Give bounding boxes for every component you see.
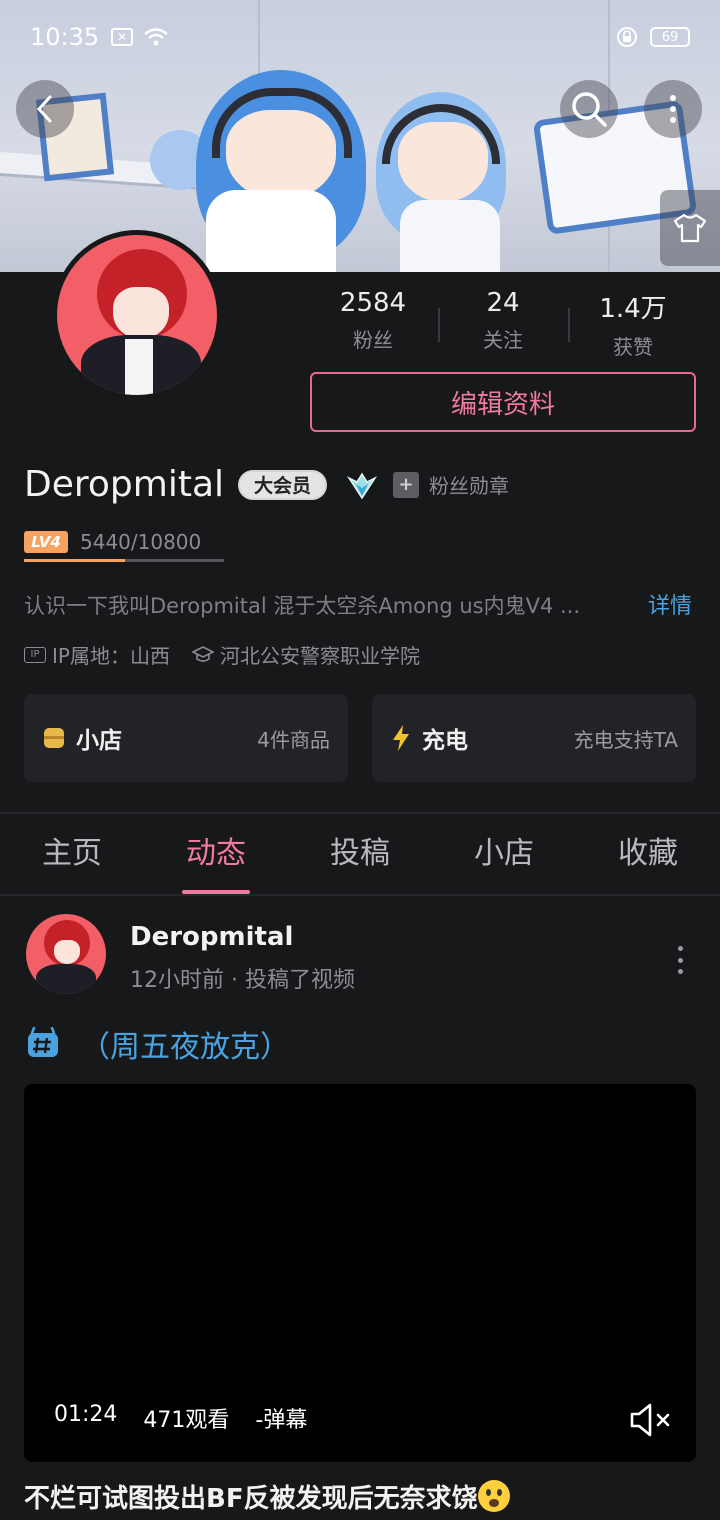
video-views: 471观看 <box>143 1408 230 1433</box>
graduation-cap-icon <box>191 645 214 662</box>
edit-profile-button[interactable]: 编辑资料 <box>310 372 696 432</box>
video-danmaku: -弹幕 <box>255 1408 308 1433</box>
fan-badge-label[interactable]: 粉丝勋章 <box>429 470 509 499</box>
vip-badge[interactable]: 大会员 <box>238 469 328 500</box>
username: Deropmital <box>24 464 225 505</box>
post-title-text: 不烂可试图投出BF反被发现后无奈求饶 <box>24 1484 478 1514</box>
chevron-left-icon <box>36 95 52 123</box>
stat-value: 1.4万 <box>599 294 667 324</box>
post-author-name[interactable]: Deropmital <box>130 922 293 952</box>
post-author-avatar[interactable] <box>26 914 106 994</box>
tab-home[interactable]: 主页 <box>0 812 144 894</box>
ip-location: IP属地：山西 <box>52 644 170 668</box>
post-topic[interactable]: （周五夜放克） <box>26 1022 290 1066</box>
video-player[interactable]: 01:24 471观看 -弹幕 <box>24 1084 696 1462</box>
topic-label: （周五夜放克） <box>80 1030 290 1065</box>
video-info: 01:24 471观看 -弹幕 <box>54 1402 307 1434</box>
school-name: 河北公安警察职业学院 <box>219 644 420 668</box>
more-vertical-icon <box>670 95 676 123</box>
shop-card[interactable]: 小店 4件商品 <box>24 694 348 782</box>
ip-icon: IP <box>24 646 46 663</box>
charge-card-sub: 充电支持TA <box>573 727 678 752</box>
stat-following[interactable]: 24 关注 <box>438 288 568 360</box>
shop-charge-cards: 小店 4件商品 充电 充电支持TA <box>24 694 696 782</box>
shop-card-sub: 4件商品 <box>257 727 330 752</box>
profile-avatar[interactable] <box>52 230 222 400</box>
wing-badge-icon[interactable] <box>345 470 379 500</box>
stat-value: 2584 <box>339 288 407 318</box>
level-badge: LV4 <box>24 531 68 553</box>
tshirt-icon <box>673 213 707 243</box>
lightning-icon <box>393 725 409 751</box>
search-icon <box>572 92 607 127</box>
more-button[interactable] <box>644 80 702 138</box>
stat-label: 获赞 <box>613 335 653 359</box>
exp-progress-bar <box>24 559 224 562</box>
tab-submissions[interactable]: 投稿 <box>288 812 432 894</box>
wifi-icon <box>144 28 168 46</box>
bio-text: 认识一下我叫Deropmital 混于太空杀Among us内鬼V4 ... <box>24 594 581 618</box>
exp-progress-fill <box>24 559 125 562</box>
tabs-divider <box>0 894 720 896</box>
status-time: 10:35 <box>30 23 100 51</box>
bio-detail-link[interactable]: 详情 <box>648 588 692 620</box>
video-duration: 01:24 <box>54 1402 118 1427</box>
status-bar: 10:35 ✕ 69 <box>0 0 720 74</box>
level-row: LV4 5440/10800 <box>24 530 201 554</box>
fan-badge-icon[interactable]: + <box>393 471 420 498</box>
stat-value: 24 <box>486 288 520 318</box>
charge-card[interactable]: 充电 充电支持TA <box>372 694 696 782</box>
tab-shop[interactable]: 小店 <box>432 812 576 894</box>
school-info[interactable]: 河北公安警察职业学院 <box>191 640 420 669</box>
topic-hash-icon <box>28 1027 58 1057</box>
notification-icon: ✕ <box>111 28 134 46</box>
profile-tabs: 主页 动态 投稿 小店 收藏 <box>0 812 720 894</box>
post-title[interactable]: 不烂可试图投出BF反被发现后无奈求饶 <box>24 1478 510 1515</box>
stat-label: 粉丝 <box>353 328 393 352</box>
battery-icon: 69 <box>650 27 690 47</box>
profile-stats: 2584 粉丝 24 关注 1.4万 获赞 <box>308 288 698 360</box>
mute-icon[interactable] <box>628 1400 674 1440</box>
rotation-lock-icon <box>617 27 637 47</box>
fearful-emoji-icon <box>477 1480 510 1512</box>
stat-label: 关注 <box>483 328 523 352</box>
charge-card-title: 充电 <box>422 728 468 754</box>
stat-likes[interactable]: 1.4万 获赞 <box>568 288 698 360</box>
name-row: Deropmital 大会员 + 粉丝勋章 <box>24 464 509 505</box>
post-meta: 12小时前 · 投稿了视频 <box>130 968 355 993</box>
shop-icon <box>44 728 64 748</box>
tab-favorites[interactable]: 收藏 <box>576 812 720 894</box>
ip-school-row: IP IP属地：山西 河北公安警察职业学院 <box>24 640 420 669</box>
search-button[interactable] <box>560 80 618 138</box>
stat-fans[interactable]: 2584 粉丝 <box>308 288 438 360</box>
back-button[interactable] <box>16 80 74 138</box>
dress-up-button[interactable] <box>660 190 720 266</box>
tab-dynamics[interactable]: 动态 <box>144 812 288 894</box>
exp-text: 5440/10800 <box>80 530 202 554</box>
shop-card-title: 小店 <box>76 728 122 754</box>
post-more-button[interactable] <box>668 940 692 980</box>
